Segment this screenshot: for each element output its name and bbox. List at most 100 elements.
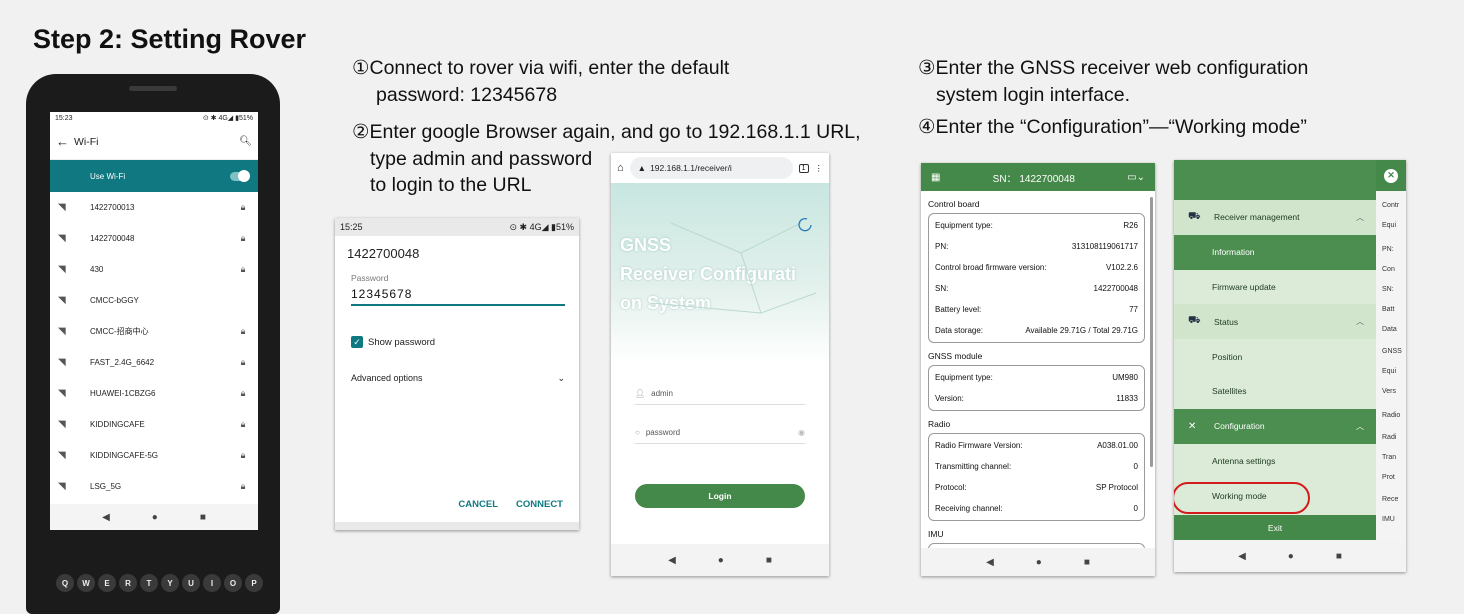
recents-nav-icon[interactable]: ■: [766, 555, 772, 566]
cancel-button[interactable]: CANCEL: [458, 499, 498, 510]
background-label: Prot: [1382, 474, 1395, 481]
key-y[interactable]: Y: [161, 574, 179, 592]
menu-item-configuration[interactable]: ✕ Configuration ︿: [1174, 408, 1376, 444]
wifi-network-item[interactable]: ◥ HUAWEI-1CBZG6 🔒︎: [50, 378, 258, 409]
username-field[interactable]: 👤︎ admin: [635, 389, 805, 405]
home-icon[interactable]: ⌂: [617, 162, 624, 174]
key-q[interactable]: Q: [56, 574, 74, 592]
home-nav-icon[interactable]: ●: [152, 512, 158, 523]
key-r[interactable]: R: [119, 574, 137, 592]
wifi-network-item[interactable]: ◥ CMCC-招商中心 🔒︎: [50, 316, 258, 347]
menu-header: [1174, 160, 1376, 200]
info-key: Battery level:: [935, 305, 982, 314]
menu-item-firmware-update[interactable]: Firmware update: [1174, 270, 1376, 305]
recents-nav-icon[interactable]: ■: [200, 512, 206, 523]
menu-item-label: Information: [1212, 247, 1255, 258]
back-nav-icon[interactable]: ◀: [102, 512, 110, 523]
menu-item-satellites[interactable]: Satellites: [1174, 374, 1376, 409]
key-i[interactable]: I: [203, 574, 221, 592]
info-row: Control broad firmware version: V102.2.6: [935, 257, 1138, 278]
use-wifi-row[interactable]: Use Wi-Fi: [50, 160, 258, 192]
info-value: SP Protocol: [1095, 483, 1138, 492]
recents-nav-icon[interactable]: ■: [1084, 557, 1090, 568]
home-nav-icon[interactable]: ●: [718, 555, 724, 566]
grid-menu-icon[interactable]: ▦: [931, 172, 940, 183]
wifi-signal-icon: ◥: [58, 295, 66, 306]
key-u[interactable]: U: [182, 574, 200, 592]
info-key: Version:: [935, 394, 964, 403]
browser-window: ⌂ ▲ 192.168.1.1/receiver/i 1 ⋮ GNSS Recei…: [611, 153, 829, 576]
wifi-network-item[interactable]: ◥ KIDDINGCAFE-5G 🔒︎: [50, 440, 258, 471]
wifi-network-item[interactable]: ◥ FAST_2.4G_6642 🔒︎: [50, 347, 258, 378]
language-flag-icon[interactable]: ▭⌄: [1127, 172, 1145, 183]
home-nav-icon[interactable]: ●: [1036, 557, 1042, 568]
search-icon[interactable]: 🔍︎: [239, 136, 252, 147]
menu-item-label: Configuration: [1214, 421, 1265, 432]
dialog-buttons: CANCEL CONNECT: [458, 499, 563, 510]
home-nav-icon[interactable]: ●: [1288, 551, 1294, 562]
recents-nav-icon[interactable]: ■: [1336, 551, 1342, 562]
show-password-checkbox[interactable]: ✓ Show password: [335, 336, 579, 348]
scrollbar[interactable]: [1150, 197, 1153, 467]
close-menu-button[interactable]: ✕: [1376, 160, 1406, 191]
menu-item-information[interactable]: Information: [1174, 234, 1376, 270]
menu-item-position[interactable]: Position: [1174, 339, 1376, 374]
checkbox-checked-icon[interactable]: ✓: [351, 336, 363, 348]
info-sections: Control board Equipment type: R26 PN: 313108…: [921, 199, 1155, 551]
password-field[interactable]: ○ password ◉: [635, 428, 805, 444]
info-key: SN:: [935, 284, 949, 293]
back-nav-icon[interactable]: ◀: [1238, 551, 1246, 562]
wifi-network-item[interactable]: ◥ 1422700048 🔒︎: [50, 223, 258, 254]
wifi-network-item[interactable]: ◥ LSG_5G 🔒︎: [50, 471, 258, 502]
info-key: Data storage:: [935, 326, 984, 335]
wifi-network-item[interactable]: ◥ 1422700013 🔒︎: [50, 192, 258, 223]
background-label: Contr: [1382, 202, 1400, 209]
wifi-network-item[interactable]: ◥ KIDDINGCAFE 🔒︎: [50, 409, 258, 440]
back-nav-icon[interactable]: ◀: [986, 557, 994, 568]
back-nav-icon[interactable]: ◀: [668, 555, 676, 566]
login-button[interactable]: Login: [635, 484, 805, 508]
url-bar[interactable]: ▲ 192.168.1.1/receiver/i: [629, 157, 793, 179]
config-header: ▦ SN： 1422700048 ▭⌄: [921, 163, 1155, 191]
close-icon[interactable]: ✕: [1384, 168, 1398, 183]
tabs-icon[interactable]: 1: [798, 163, 809, 173]
more-menu-icon[interactable]: ⋮: [815, 163, 824, 174]
info-key: PN:: [935, 242, 949, 251]
menu-item-receiver-management[interactable]: ⛟ Receiver management ︿: [1174, 200, 1376, 235]
background-label: Vers: [1382, 388, 1397, 395]
key-o[interactable]: O: [224, 574, 242, 592]
info-value: V102.2.6: [1105, 263, 1138, 272]
connect-button[interactable]: CONNECT: [516, 499, 563, 510]
key-t[interactable]: T: [140, 574, 158, 592]
info-value: 313108119061717: [1071, 242, 1138, 251]
wifi-signal-icon: ◥: [58, 419, 66, 430]
key-w[interactable]: W: [77, 574, 95, 592]
wifi-network-item[interactable]: ◥ 430 🔒︎: [50, 254, 258, 285]
menu-item-status[interactable]: ⛟ Status ︿: [1174, 304, 1376, 340]
key-p[interactable]: P: [245, 574, 263, 592]
background-label: IMU: [1382, 516, 1395, 523]
info-row: Radio Firmware Version: A038.01.00: [935, 435, 1138, 456]
network-name: KIDDINGCAFE-5G: [90, 451, 159, 460]
wifi-signal-icon: ◥: [58, 450, 66, 461]
network-name: 1422700048: [90, 234, 135, 243]
wifi-toggle[interactable]: [230, 169, 250, 182]
background-label: Data: [1382, 326, 1397, 333]
exit-button[interactable]: Exit: [1174, 515, 1376, 540]
menu-item-antenna-settings[interactable]: Antenna settings: [1174, 444, 1376, 479]
key-e[interactable]: E: [98, 574, 116, 592]
password-field[interactable]: 12345678: [351, 287, 565, 306]
phone-screen: 15:23 ⊙ ✱ 4G◢ ▮51% ← Wi-Fi 🔍︎ Use Wi-Fi …: [50, 112, 258, 530]
eye-icon[interactable]: ◉: [798, 428, 805, 437]
password-label: Password: [351, 273, 389, 283]
step3-line2: system login interface.: [936, 84, 1131, 106]
background-label: Equi: [1382, 368, 1397, 375]
status-time: 15:25: [340, 222, 363, 232]
wifi-network-item[interactable]: ◥ CMCC-bGGY: [50, 285, 258, 316]
wifi-title: Wi-Fi: [74, 135, 99, 148]
menu-list: ⛟ Receiver management ︿ Information Firmware…: [1174, 160, 1376, 540]
network-name: KIDDINGCAFE: [90, 420, 145, 429]
back-arrow-icon[interactable]: ←: [56, 134, 74, 149]
user-icon: 👤︎: [635, 389, 646, 398]
advanced-options-row[interactable]: Advanced options ⌄: [335, 373, 579, 384]
